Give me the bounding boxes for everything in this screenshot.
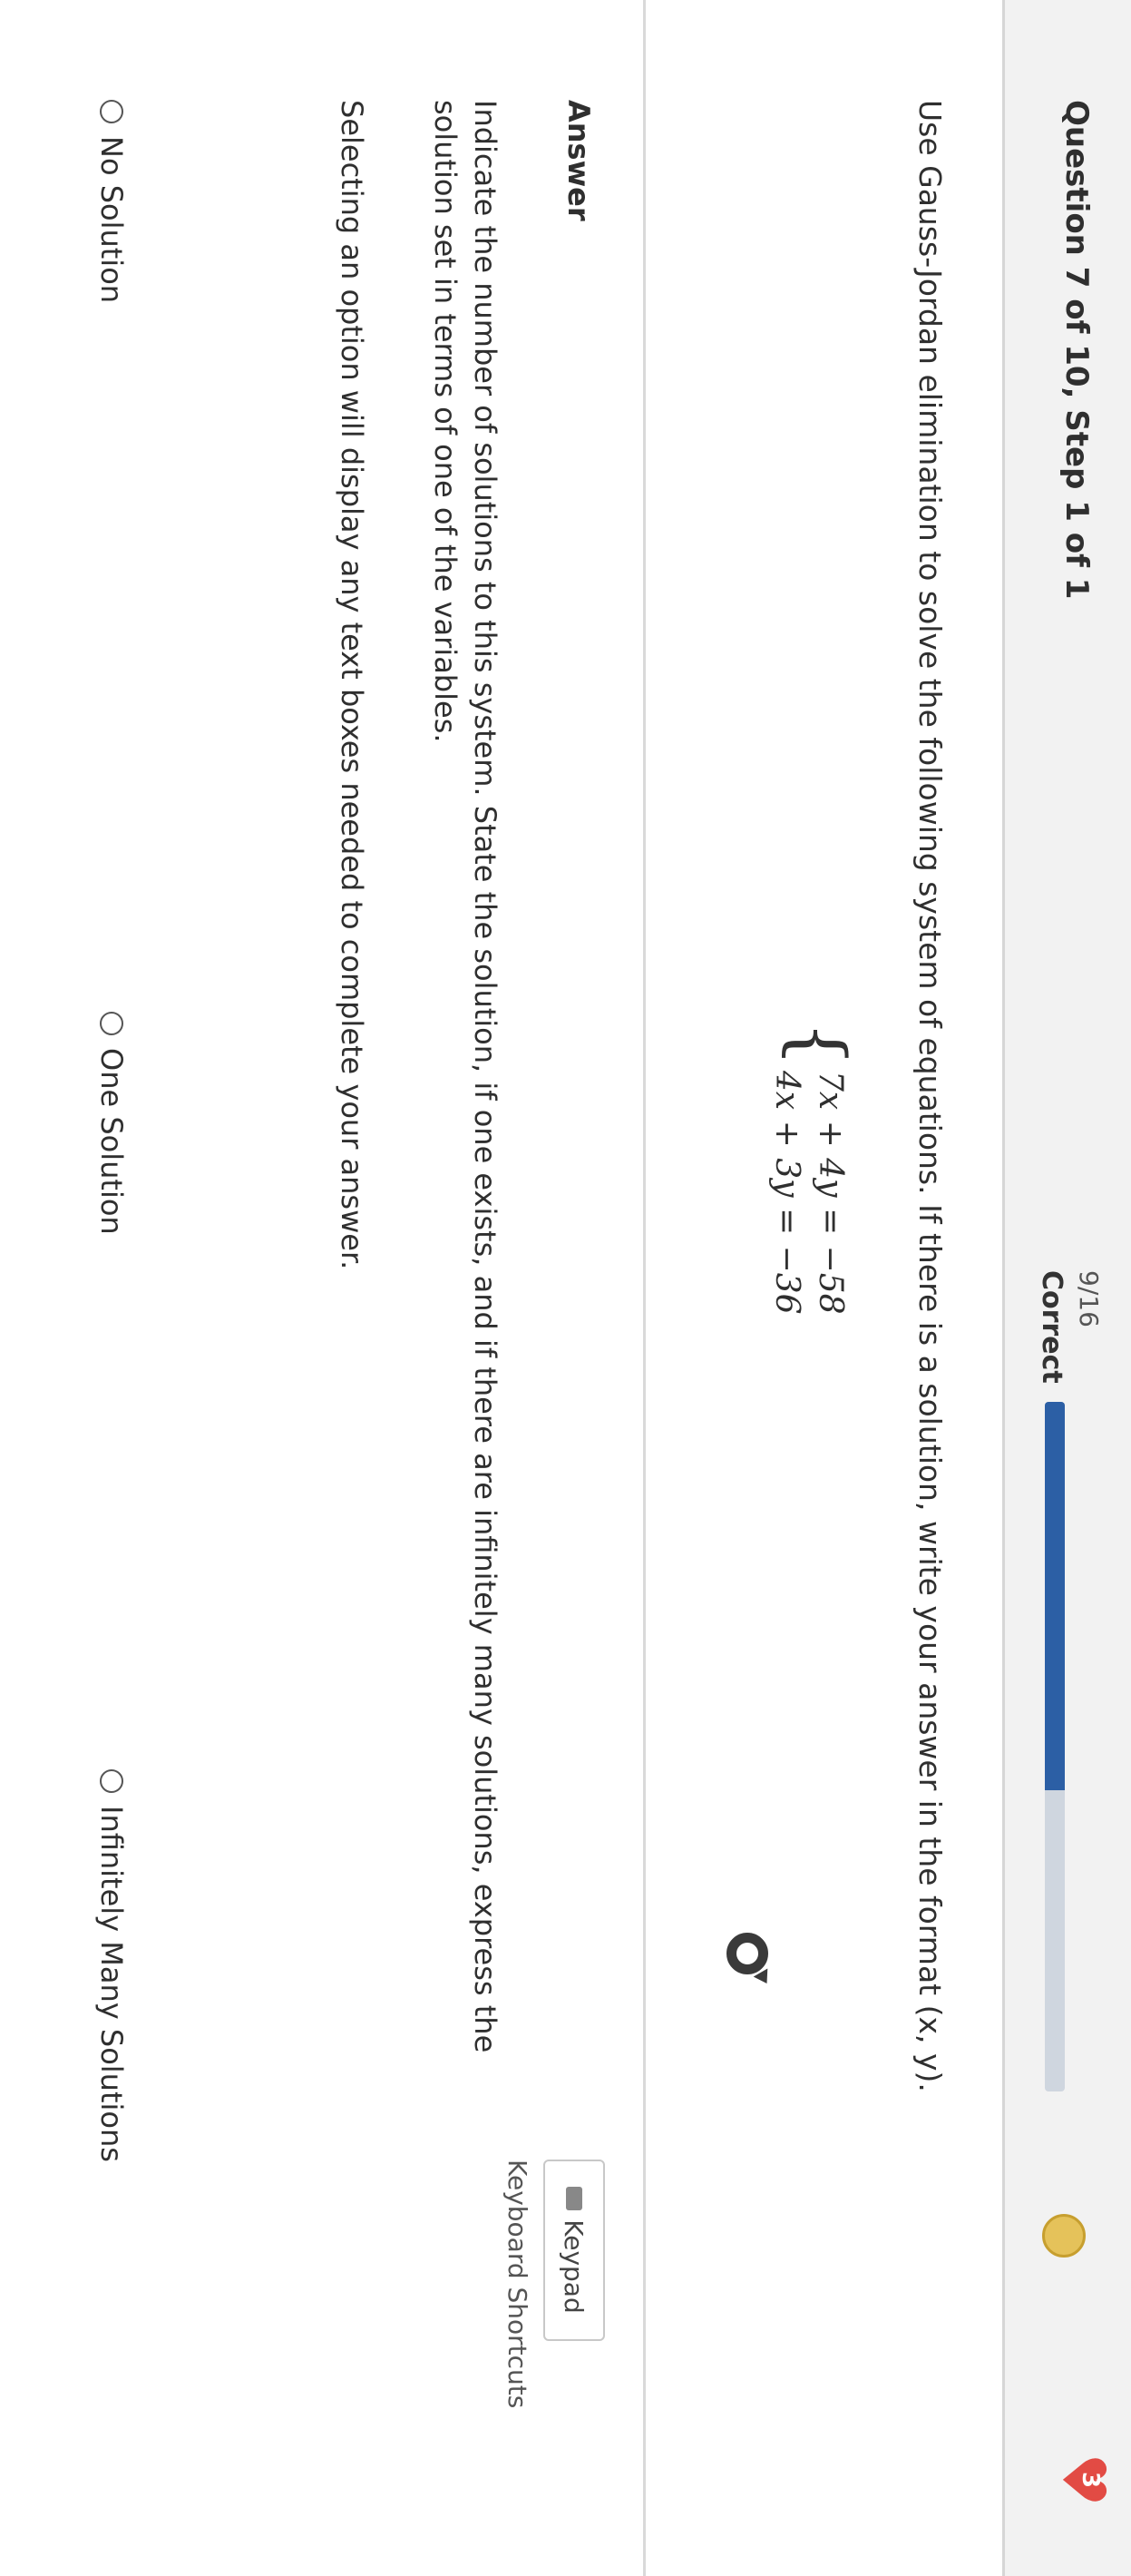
cursor-ring-icon bbox=[726, 1933, 768, 1974]
radio-infinitely-many-solutions[interactable] bbox=[100, 1769, 123, 1793]
section-divider bbox=[643, 0, 646, 2576]
keypad-label: Keypad bbox=[559, 2219, 590, 2314]
progress-bar bbox=[1045, 1402, 1065, 2091]
equation-1: 7x + 4y = −58 bbox=[812, 1071, 849, 1315]
left-brace: { bbox=[776, 1021, 861, 1067]
selection-note: Selecting an option will display any tex… bbox=[335, 100, 369, 1270]
equation-2: 4x + 3y = −36 bbox=[768, 1071, 805, 1315]
answer-instructions: Indicate the number of solutions to this… bbox=[428, 100, 502, 2053]
option-label: Infinitely Many Solutions bbox=[94, 1806, 129, 2162]
question-instructions: Use Gauss-Jordan elimination to solve th… bbox=[912, 100, 948, 2092]
progress-count: 9/16 bbox=[1074, 1270, 1104, 1327]
option-infinitely-many-solutions[interactable]: Infinitely Many Solutions bbox=[94, 1769, 129, 2162]
header-bar: Question 7 of 10, Step 1 of 1 9/16 Corre… bbox=[1002, 0, 1131, 2576]
progress-label: Correct bbox=[1036, 1270, 1068, 1384]
progress-bar-fill bbox=[1045, 1402, 1065, 1790]
option-label: One Solution bbox=[94, 1048, 129, 1235]
lives-count: 3 bbox=[1077, 2471, 1104, 2489]
answer-heading: Answer bbox=[561, 100, 596, 221]
coin-icon bbox=[1042, 2214, 1086, 2258]
question-title: Question 7 of 10, Step 1 of 1 bbox=[1058, 100, 1095, 600]
radio-one-solution[interactable] bbox=[100, 1012, 123, 1035]
screen: Question 7 of 10, Step 1 of 1 9/16 Corre… bbox=[0, 0, 1131, 2576]
option-one-solution[interactable]: One Solution bbox=[94, 1012, 129, 1235]
radio-no-solution[interactable] bbox=[100, 100, 123, 123]
keypad-button[interactable]: Keypad bbox=[543, 2160, 605, 2341]
keyboard-icon bbox=[566, 2187, 582, 2211]
option-no-solution[interactable]: No Solution bbox=[94, 100, 129, 303]
keyboard-shortcuts-link[interactable]: Keyboard Shortcuts bbox=[502, 2160, 532, 2408]
option-label: No Solution bbox=[94, 136, 129, 304]
